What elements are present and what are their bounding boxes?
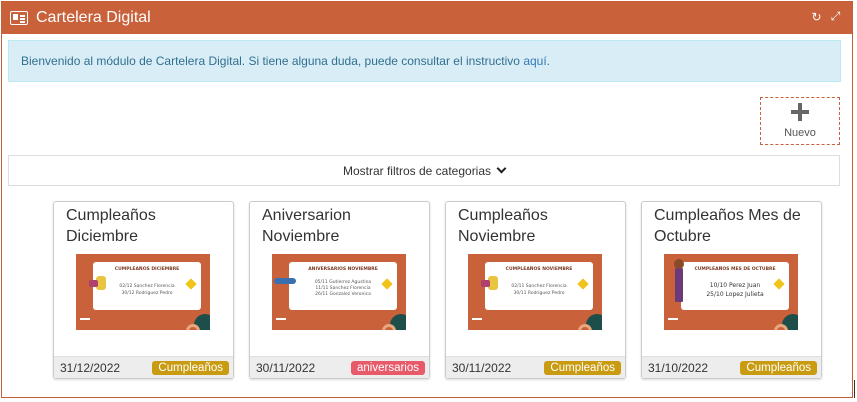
category-badge: Cumpleaños	[544, 360, 621, 375]
card-date: 30/11/2022	[256, 360, 316, 375]
panel-header: Cartelera Digital ↻ ⤢	[2, 2, 852, 34]
expand-icon[interactable]: ⤢	[829, 9, 842, 23]
slide-line: 26/11 Gonzalez Veronica	[315, 292, 371, 297]
card-footer: 31/12/2022 Cumpleaños	[54, 356, 233, 378]
chevron-down-icon	[496, 163, 507, 174]
info-alert: Bienvenido al módulo de Cartelera Digita…	[8, 40, 841, 82]
category-badge: Cumpleaños	[740, 360, 817, 375]
person-illustration-icon	[674, 259, 684, 302]
megaphone-icon	[89, 276, 106, 290]
card-title: Aniversarion Noviembre	[262, 207, 351, 245]
category-badge: Cumpleaños	[152, 360, 229, 375]
card-thumbnail[interactable]: CUMPLEAÑOS DICIEMBRE 02/12 Sanchez Flore…	[76, 254, 210, 330]
slide-line: 02/11 Sanchez Florencia	[511, 284, 567, 289]
card-thumbnail[interactable]: CUMPLEAÑOS NOVIEMBRE 02/11 Sanchez Flore…	[468, 254, 602, 330]
newspaper-icon	[10, 11, 28, 25]
slide: CUMPLEAÑOS MES DE OCTUBRE 10/10 Perez Ju…	[681, 262, 789, 310]
card-footer: 30/11/2022 aniversarios	[250, 356, 429, 378]
alert-text: Bienvenido al módulo de Cartelera Digita…	[21, 54, 524, 68]
panel-title: Cartelera Digital	[36, 9, 151, 26]
category-badge: aniversarios	[351, 360, 425, 375]
card-date: 31/10/2022	[648, 360, 709, 375]
new-button-label: Nuevo	[784, 127, 816, 139]
card-cumpleanos-octubre[interactable]: Cumpleaños Mes de Octubre CUMPLEAÑOS MES…	[641, 201, 822, 379]
slide-line: 02/12 Sanchez Florencia	[119, 284, 175, 289]
logo-icon	[80, 318, 90, 326]
card-aniversarios-noviembre[interactable]: Aniversarion Noviembre ANIVERSARIOS NOVI…	[249, 201, 430, 379]
instructivo-link[interactable]: aquí	[523, 54, 546, 68]
slide-title: CUMPLEAÑOS NOVIEMBRE	[505, 267, 573, 272]
slide-line: 30/12 Rodriguez Pedro	[121, 291, 173, 296]
pointing-hand-icon	[274, 278, 296, 284]
slide-line: 11/11 Sanchez Florencia	[315, 286, 371, 291]
megaphone-icon	[481, 276, 498, 290]
show-filters-toggle[interactable]: Mostrar filtros de categorias	[8, 155, 840, 186]
logo-icon	[276, 318, 286, 326]
card-title: Cumpleaños Diciembre	[66, 207, 156, 245]
logo-icon	[668, 318, 678, 326]
card-title: Cumpleaños Noviembre	[458, 207, 548, 245]
card-footer: 31/10/2022 Cumpleaños	[642, 356, 821, 378]
card-cumpleanos-noviembre[interactable]: Cumpleaños Noviembre CUMPLEAÑOS NOVIEMBR…	[445, 201, 626, 379]
card-thumbnail[interactable]: CUMPLEAÑOS MES DE OCTUBRE 10/10 Perez Ju…	[664, 254, 798, 330]
slide: ANIVERSARIOS NOVIEMBRE 05/11 Gutierrez A…	[289, 262, 397, 310]
header-tools: ↻ ⤢	[810, 9, 842, 24]
card-footer: 30/11/2022 Cumpleaños	[446, 356, 625, 378]
card-thumbnail[interactable]: ANIVERSARIOS NOVIEMBRE 05/11 Gutierrez A…	[272, 254, 406, 330]
logo-icon	[472, 318, 482, 326]
plus-icon	[791, 103, 809, 121]
refresh-icon[interactable]: ↻	[810, 10, 823, 24]
text-cursor	[854, 380, 855, 398]
slide-title: CUMPLEAÑOS MES DE OCTUBRE	[694, 267, 776, 272]
filters-label: Mostrar filtros de categorias	[342, 163, 492, 178]
slide-line: 30/11 Rodriguez Pedro	[513, 291, 565, 296]
slide: CUMPLEAÑOS DICIEMBRE 02/12 Sanchez Flore…	[93, 262, 201, 310]
card-date: 31/12/2022	[60, 360, 121, 375]
card-cumpleanos-diciembre[interactable]: Cumpleaños Diciembre CUMPLEAÑOS DICIEMBR…	[53, 201, 234, 379]
new-button[interactable]: Nuevo	[760, 97, 840, 145]
alert-suffix: .	[546, 54, 551, 68]
card-title: Cumpleaños Mes de Octubre	[654, 207, 801, 245]
slide-title: ANIVERSARIOS NOVIEMBRE	[308, 267, 378, 272]
slide: CUMPLEAÑOS NOVIEMBRE 02/11 Sanchez Flore…	[485, 262, 593, 310]
card-date: 30/11/2022	[452, 360, 512, 375]
slide-line: 25/10 Lopez Julieta	[706, 291, 764, 298]
slide-title: CUMPLEAÑOS DICIEMBRE	[114, 267, 180, 272]
